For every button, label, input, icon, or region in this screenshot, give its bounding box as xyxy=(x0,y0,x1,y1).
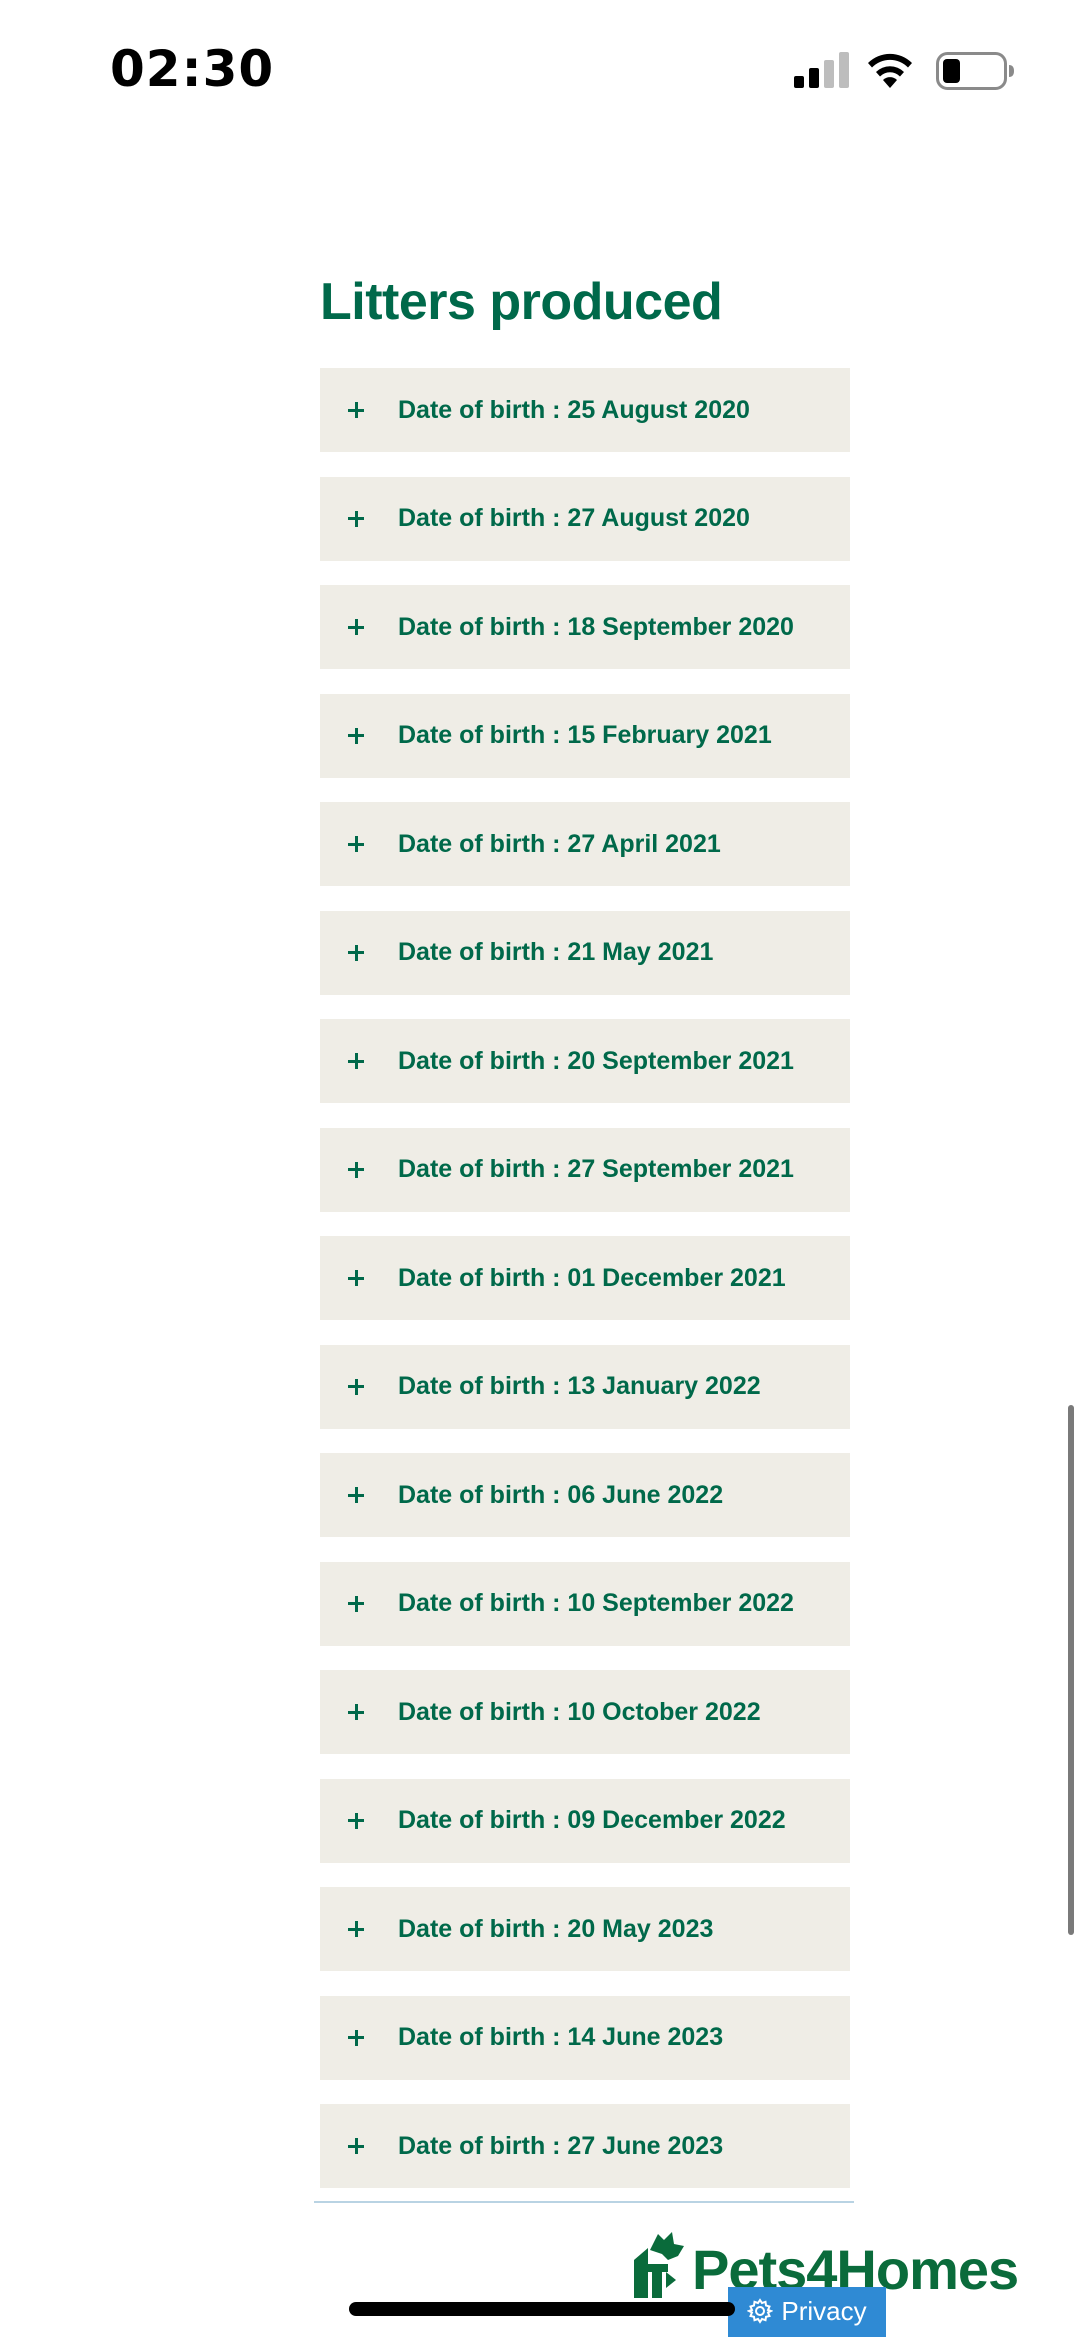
litter-date-label: Date of birth : 10 September 2022 xyxy=(398,1589,794,1617)
litter-date-label: Date of birth : 20 September 2021 xyxy=(398,1046,794,1075)
wifi-icon xyxy=(868,53,912,88)
plus-icon xyxy=(348,1053,364,1069)
litter-date-label: Date of birth : 27 September 2021 xyxy=(398,1155,794,1183)
litter-date-label: Date of birth : 15 February 2021 xyxy=(398,721,772,749)
status-time: 02:30 xyxy=(110,40,275,98)
plus-icon xyxy=(348,727,364,744)
plus-icon xyxy=(348,2029,364,2046)
litter-date-label: Date of birth : 14 June 2023 xyxy=(398,2023,724,2051)
privacy-button[interactable]: Privacy xyxy=(728,2287,886,2337)
litter-date-label: Date of birth : 01 December 2021 xyxy=(398,1263,786,1292)
litter-accordion-item[interactable]: Date of birth : 14 June 2023 xyxy=(320,1995,850,2080)
litter-accordion-item[interactable]: Date of birth : 27 September 2021 xyxy=(320,1127,850,1212)
litter-date-label: Date of birth : 21 May 2021 xyxy=(398,938,714,966)
pets4homes-logo-icon xyxy=(634,2232,684,2298)
litter-date-label: Date of birth : 06 June 2022 xyxy=(398,1480,724,1509)
litter-accordion-item[interactable]: Date of birth : 01 December 2021 xyxy=(320,1236,850,1320)
litter-accordion-item[interactable]: Date of birth : 27 April 2021 xyxy=(320,802,850,886)
litter-accordion-item[interactable]: Date of birth : 20 September 2021 xyxy=(320,1019,850,1103)
litter-accordion-item[interactable]: Date of birth : 18 September 2020 xyxy=(320,585,850,669)
litter-date-label: Date of birth : 09 December 2022 xyxy=(398,1806,786,1834)
plus-icon xyxy=(348,1812,364,1829)
home-indicator[interactable] xyxy=(349,2302,735,2316)
cellular-signal-icon xyxy=(794,52,849,88)
section-title: Litters produced xyxy=(320,273,723,331)
plus-icon xyxy=(348,510,364,527)
litter-accordion-item[interactable]: Date of birth : 06 June 2022 xyxy=(320,1453,850,1537)
litter-accordion-item[interactable]: Date of birth : 15 February 2021 xyxy=(320,693,850,778)
litter-accordion-item[interactable]: Date of birth : 10 September 2022 xyxy=(320,1561,850,1646)
plus-icon xyxy=(348,402,364,418)
plus-icon xyxy=(348,1921,364,1937)
status-bar: 02:30 xyxy=(0,0,1080,140)
litter-date-label: Date of birth : 18 September 2020 xyxy=(398,612,794,641)
litter-accordion-item[interactable]: Date of birth : 27 June 2023 xyxy=(320,2104,850,2188)
plus-icon xyxy=(348,1704,364,1720)
litter-accordion-item[interactable]: Date of birth : 13 January 2022 xyxy=(320,1344,850,1429)
litter-accordion-list: Date of birth : 25 August 2020 Date of bi… xyxy=(320,368,850,2213)
plus-icon xyxy=(348,1595,364,1612)
plus-icon xyxy=(348,1270,364,1286)
litter-date-label: Date of birth : 10 October 2022 xyxy=(398,1697,761,1726)
litter-accordion-item[interactable]: Date of birth : 21 May 2021 xyxy=(320,910,850,995)
litter-date-label: Date of birth : 27 April 2021 xyxy=(398,829,721,858)
scrollbar-thumb[interactable] xyxy=(1068,1405,1074,1935)
plus-icon xyxy=(348,836,364,852)
litter-date-label: Date of birth : 27 June 2023 xyxy=(398,2131,724,2160)
plus-icon xyxy=(348,1487,364,1503)
privacy-label: Privacy xyxy=(781,2295,867,2326)
litter-date-label: Date of birth : 25 August 2020 xyxy=(398,395,750,424)
litter-accordion-item[interactable]: Date of birth : 20 May 2023 xyxy=(320,1887,850,1971)
litter-date-label: Date of birth : 13 January 2022 xyxy=(398,1372,761,1400)
litter-date-label: Date of birth : 20 May 2023 xyxy=(398,1914,714,1943)
gear-icon xyxy=(747,2298,774,2324)
litter-accordion-item[interactable]: Date of birth : 27 August 2020 xyxy=(320,476,850,561)
plus-icon xyxy=(348,944,364,961)
plus-icon xyxy=(348,1378,364,1395)
battery-icon xyxy=(936,52,1014,90)
litter-accordion-item[interactable]: Date of birth : 10 October 2022 xyxy=(320,1670,850,1754)
plus-icon xyxy=(348,619,364,635)
litter-date-label: Date of birth : 27 August 2020 xyxy=(398,504,750,532)
litter-accordion-item[interactable]: Date of birth : 09 December 2022 xyxy=(320,1778,850,1863)
litter-accordion-item[interactable]: Date of birth : 25 August 2020 xyxy=(320,368,850,452)
footer-divider xyxy=(314,2201,854,2203)
plus-icon xyxy=(348,1161,364,1178)
plus-icon xyxy=(348,2138,364,2154)
